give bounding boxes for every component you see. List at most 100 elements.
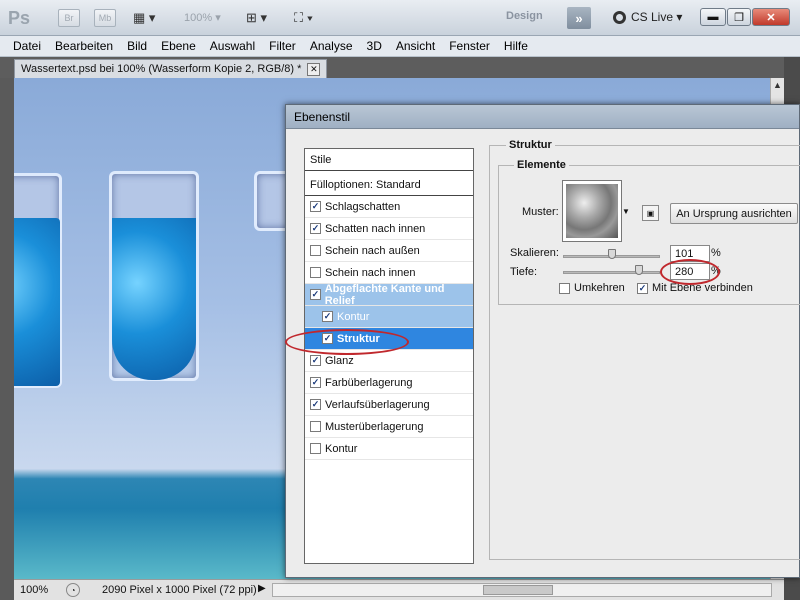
- link-with-layer-checkbox[interactable]: ✓: [637, 282, 648, 294]
- checkbox-gradient-overlay[interactable]: ✓: [310, 399, 321, 410]
- document-tab-title: Wassertext.psd bei 100% (Wasserform Kopi…: [21, 63, 302, 75]
- more-workspaces-icon[interactable]: »: [567, 7, 591, 29]
- annotation-circle-depth: [660, 259, 720, 285]
- close-icon[interactable]: ✕: [752, 8, 790, 26]
- menu-item-ebene[interactable]: Ebene: [154, 39, 203, 53]
- zoom-level-value: 100%: [184, 11, 213, 24]
- menu-item-analyse[interactable]: Analyse: [303, 39, 360, 53]
- blend-options-label: Fülloptionen: Standard: [310, 178, 421, 191]
- checkbox-stroke[interactable]: [310, 443, 321, 454]
- status-menu-arrow-icon[interactable]: ▶: [258, 583, 266, 594]
- styles-list: Stile Fülloptionen: Standard ✓ Schlagscha…: [304, 148, 474, 564]
- checkbox-drop-shadow[interactable]: ✓: [310, 201, 321, 212]
- horizontal-scrollbar[interactable]: [272, 583, 772, 597]
- arrange-documents-icon[interactable]: ⊞ ▾: [246, 9, 267, 27]
- pattern-swatch[interactable]: [562, 180, 622, 242]
- cs-live-button[interactable]: CS Live ▾: [613, 10, 682, 24]
- checkbox-contour-sub[interactable]: ✓: [322, 311, 333, 322]
- artwork-water-2: [112, 218, 196, 380]
- checkbox-outer-glow[interactable]: [310, 245, 321, 256]
- style-item-contour-sub[interactable]: ✓ Kontur: [305, 306, 473, 328]
- mini-bridge-button[interactable]: Mb: [94, 9, 116, 27]
- style-item-gradient-overlay[interactable]: ✓ Verlaufsüberlagerung: [305, 394, 473, 416]
- style-item-stroke[interactable]: Kontur: [305, 438, 473, 460]
- bridge-button[interactable]: Br: [58, 9, 80, 27]
- checkbox-color-overlay[interactable]: ✓: [310, 377, 321, 388]
- style-item-outer-glow[interactable]: Schein nach außen: [305, 240, 473, 262]
- application-bar: Ps Br Mb ▦ ▾ 100% ▾ ⊞ ▾ ⛶ ▾ Design » CS …: [0, 0, 800, 36]
- invert-checkbox-row[interactable]: Umkehren: [559, 282, 625, 294]
- zoom-level-dropdown[interactable]: 100% ▾: [184, 11, 221, 25]
- scale-label: Skalieren:: [510, 247, 559, 259]
- menu-item-bild[interactable]: Bild: [120, 39, 154, 53]
- cs-live-icon: [613, 10, 626, 24]
- elements-group-title: Elemente: [514, 159, 569, 171]
- menu-item-3d[interactable]: 3D: [360, 39, 389, 53]
- pattern-dropdown-icon[interactable]: ▼: [622, 207, 630, 216]
- menu-item-ansicht[interactable]: Ansicht: [389, 39, 442, 53]
- texture-section-title: Struktur: [506, 139, 555, 151]
- invert-label: Umkehren: [574, 282, 625, 294]
- menu-item-hilfe[interactable]: Hilfe: [497, 39, 535, 53]
- close-document-icon[interactable]: ✕: [307, 62, 321, 76]
- workspace-design-button[interactable]: Design: [506, 10, 543, 22]
- menu-item-fenster[interactable]: Fenster: [442, 39, 497, 53]
- style-item-inner-shadow[interactable]: ✓ Schatten nach innen: [305, 218, 473, 240]
- cs-live-label: CS Live: [631, 10, 674, 24]
- checkbox-inner-shadow[interactable]: ✓: [310, 223, 321, 234]
- invert-checkbox[interactable]: [559, 282, 570, 294]
- menu-bar: Datei Bearbeiten Bild Ebene Auswahl Filt…: [0, 36, 800, 57]
- style-item-color-overlay[interactable]: ✓ Farbüberlagerung: [305, 372, 473, 394]
- style-item-label: Schlagschatten: [325, 200, 401, 213]
- style-item-label: Abgeflachte Kante und Relief: [324, 282, 445, 307]
- style-item-pattern-overlay[interactable]: Musterüberlagerung: [305, 416, 473, 438]
- menu-item-filter[interactable]: Filter: [262, 39, 303, 53]
- styles-header[interactable]: Stile: [305, 149, 473, 171]
- depth-label: Tiefe:: [510, 266, 538, 278]
- snap-to-origin-button[interactable]: An Ursprung ausrichten: [670, 203, 798, 224]
- menu-item-datei[interactable]: Datei: [6, 39, 48, 53]
- restore-icon[interactable]: ❐: [727, 8, 751, 26]
- pattern-preview: [566, 184, 618, 238]
- screen-mode-icon[interactable]: ⛶ ▾: [294, 9, 313, 27]
- photoshop-logo: Ps: [7, 7, 31, 28]
- pattern-label: Muster:: [522, 206, 559, 218]
- document-tab[interactable]: Wassertext.psd bei 100% (Wasserform Kopi…: [14, 59, 328, 78]
- dialog-title: Ebenenstil: [286, 105, 799, 129]
- scrollbar-thumb[interactable]: [483, 585, 553, 595]
- style-item-label: Schein nach innen: [325, 266, 416, 279]
- style-item-inner-glow[interactable]: Schein nach innen: [305, 262, 473, 284]
- style-item-label: Glanz: [325, 354, 354, 367]
- style-item-label: Kontur: [337, 310, 370, 323]
- checkbox-inner-glow[interactable]: [310, 267, 321, 278]
- minimize-icon[interactable]: ▬: [700, 8, 726, 26]
- status-zoom[interactable]: 100%: [20, 584, 48, 596]
- style-item-label: Verlaufsüberlagerung: [325, 398, 430, 411]
- artwork-water-1: [14, 218, 60, 386]
- scale-slider-handle[interactable]: [607, 249, 616, 259]
- layer-style-dialog: Ebenenstil Stile Fülloptionen: Standard …: [285, 104, 800, 578]
- checkbox-pattern-overlay[interactable]: [310, 421, 321, 432]
- view-extras-icon[interactable]: ▦ ▾: [133, 9, 155, 27]
- style-item-label: Schatten nach innen: [325, 222, 426, 235]
- checkbox-satin[interactable]: ✓: [310, 355, 321, 366]
- styles-header-label: Stile: [310, 153, 332, 166]
- blend-options-item[interactable]: Fülloptionen: Standard: [305, 174, 473, 196]
- annotation-circle-texture: [285, 329, 409, 355]
- depth-slider[interactable]: [563, 271, 660, 274]
- status-bar: 100% ◔ 2090 Pixel x 1000 Pixel (72 ppi) …: [14, 579, 784, 600]
- status-info-icon[interactable]: ◔: [66, 583, 80, 597]
- scale-unit: %: [711, 247, 721, 259]
- style-item-label: Schein nach außen: [325, 244, 420, 257]
- menu-item-bearbeiten[interactable]: Bearbeiten: [48, 39, 120, 53]
- style-item-label: Farbüberlagerung: [325, 376, 413, 389]
- style-item-drop-shadow[interactable]: ✓ Schlagschatten: [305, 196, 473, 218]
- style-item-label: Musterüberlagerung: [325, 420, 424, 433]
- style-item-bevel-emboss[interactable]: ✓ Abgeflachte Kante und Relief: [305, 282, 473, 307]
- scroll-up-icon[interactable]: ▲: [773, 80, 782, 90]
- new-preset-icon[interactable]: ▣: [642, 205, 659, 221]
- style-item-label: Kontur: [325, 442, 358, 455]
- checkbox-bevel-emboss[interactable]: ✓: [310, 289, 321, 300]
- depth-slider-handle[interactable]: [634, 265, 643, 275]
- menu-item-auswahl[interactable]: Auswahl: [203, 39, 262, 53]
